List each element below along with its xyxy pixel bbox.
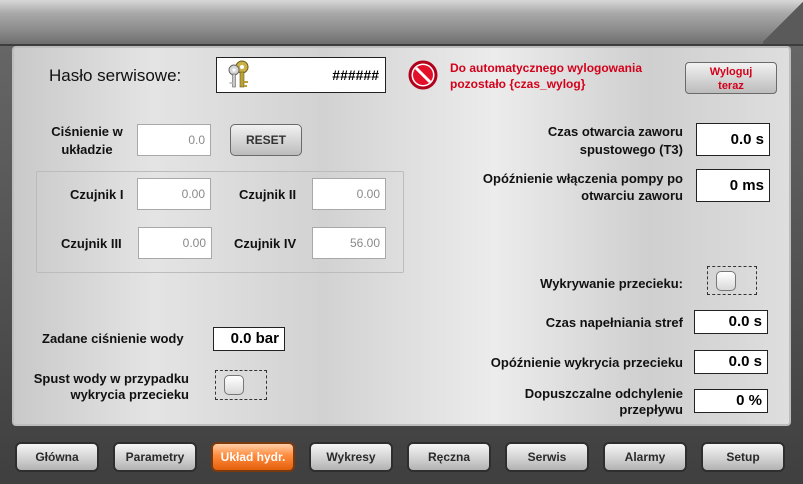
leak-detect-label: Wykrywanie przecieku: <box>540 276 683 291</box>
pressure-field[interactable]: 0.0 <box>137 124 211 156</box>
sensor-1-label: Czujnik I <box>70 187 124 202</box>
pressure-label-line1: Ciśnienie w <box>51 124 123 139</box>
pressure-label-line2: układzie <box>61 142 113 157</box>
valve-open-label-line1: Czas otwarcia zaworu <box>547 124 683 139</box>
drain-checkbox[interactable] <box>215 370 267 400</box>
nav-reczna[interactable]: Ręczna <box>407 442 491 472</box>
title-bar <box>0 0 803 46</box>
sensor-4-label: Czujnik IV <box>234 236 297 251</box>
nav-serwis[interactable]: Serwis <box>505 442 589 472</box>
logout-now-button-line2: teraz <box>718 80 744 92</box>
title-bar-notch <box>763 0 803 44</box>
service-password-value: ###### <box>332 67 379 83</box>
sensor-2-label: Czujnik II <box>239 187 297 202</box>
sensor-1-field[interactable]: 0.00 <box>137 178 211 210</box>
keys-icon <box>228 60 249 88</box>
leak-detect-checkbox-box <box>716 271 736 291</box>
zone-fill-field[interactable]: 0.0 s <box>694 310 768 334</box>
service-password-label: Hasło serwisowe: <box>49 66 182 85</box>
valve-open-label-line2: spustowego (T3) <box>579 142 683 157</box>
leak-delay-field[interactable]: 0.0 s <box>694 350 768 374</box>
nav-parametry[interactable]: Parametry <box>113 442 197 472</box>
logout-warning-line1: Do automatycznego wylogowania <box>450 61 643 75</box>
logout-now-button-line1: Wyloguj <box>709 66 753 78</box>
pump-delay-label-line1: Opóźnienie włączenia pompy po <box>482 171 683 186</box>
sensor-3-label: Czujnik III <box>61 236 122 251</box>
set-pressure-label: Zadane ciśnienie wody <box>42 331 184 346</box>
flow-dev-label-line1: Dopuszczalne odchylenie <box>524 386 683 401</box>
logout-now-button[interactable]: Wyloguj teraz <box>685 62 777 94</box>
pump-delay-label-line2: otwarciu zaworu <box>581 188 683 203</box>
drain-checkbox-box <box>224 375 244 395</box>
nav-uklad-hydr[interactable]: Układ hydr. <box>211 442 295 472</box>
flow-dev-field[interactable]: 0 % <box>694 389 768 413</box>
no-entry-icon <box>408 60 438 90</box>
sensor-2-field[interactable]: 0.00 <box>312 178 386 210</box>
sensor-4-field[interactable]: 56.00 <box>312 227 386 259</box>
zone-fill-label: Czas napełniania stref <box>545 315 683 330</box>
logout-warning-line2: pozostało {czas_wylog} <box>450 77 586 91</box>
service-password-field[interactable]: ###### <box>216 57 386 93</box>
drain-label-line2: wykrycia przecieku <box>70 387 189 402</box>
valve-open-field[interactable]: 0.0 s <box>696 123 770 156</box>
nav-glowna[interactable]: Główna <box>15 442 99 472</box>
drain-label-line1: Spust wody w przypadku <box>33 371 189 386</box>
sensor-3-field[interactable]: 0.00 <box>138 227 212 259</box>
nav-wykresy[interactable]: Wykresy <box>309 442 393 472</box>
reset-button[interactable]: RESET <box>230 124 302 156</box>
pump-delay-field[interactable]: 0 ms <box>696 169 770 202</box>
nav-setup[interactable]: Setup <box>701 442 785 472</box>
set-pressure-field[interactable]: 0.0 bar <box>213 327 285 351</box>
leak-detect-checkbox[interactable] <box>707 266 757 295</box>
nav-alarmy[interactable]: Alarmy <box>603 442 687 472</box>
flow-dev-label-line2: przepływu <box>619 402 683 417</box>
leak-delay-label: Opóźnienie wykrycia przecieku <box>490 355 683 370</box>
